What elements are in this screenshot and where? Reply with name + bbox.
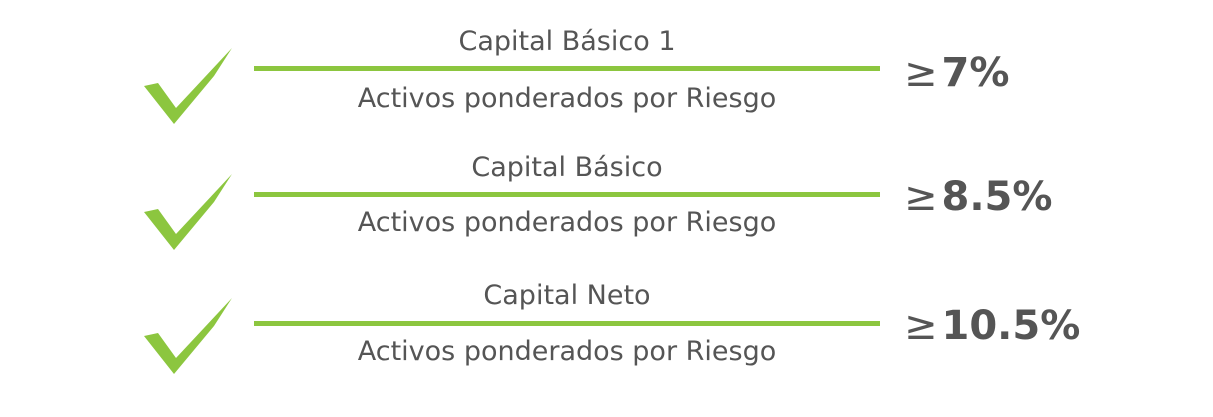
threshold-percent: 7%	[941, 50, 1010, 96]
ratio-row-capital-basico-1: Capital Básico 1 Activos ponderados por …	[0, 20, 1213, 140]
fraction-bar	[254, 321, 880, 326]
greater-equal-symbol: ≥	[904, 50, 938, 96]
denominator-label: Activos ponderados por Riesgo	[357, 207, 777, 238]
fraction-bar	[254, 192, 880, 197]
denominator-label: Activos ponderados por Riesgo	[357, 83, 777, 114]
checkmark-icon	[144, 298, 232, 374]
numerator-label: Capital Básico 1	[458, 26, 676, 57]
greater-equal-symbol: ≥	[904, 174, 938, 220]
numerator-label: Capital Básico	[471, 152, 663, 183]
ratio-row-capital-neto: Capital Neto Activos ponderados por Ries…	[0, 276, 1213, 396]
denominator-label: Activos ponderados por Riesgo	[357, 336, 777, 367]
threshold-value: ≥7%	[904, 50, 1009, 96]
greater-equal-symbol: ≥	[904, 303, 938, 349]
checkmark-icon	[144, 174, 232, 250]
threshold-percent: 8.5%	[941, 174, 1053, 220]
ratio-row-capital-basico: Capital Básico Activos ponderados por Ri…	[0, 146, 1213, 266]
threshold-percent: 10.5%	[941, 303, 1081, 349]
fraction-bar	[254, 66, 880, 71]
checkmark-icon	[144, 48, 232, 124]
numerator-label: Capital Neto	[483, 280, 651, 311]
threshold-value: ≥10.5%	[904, 303, 1080, 349]
threshold-value: ≥8.5%	[904, 174, 1052, 220]
